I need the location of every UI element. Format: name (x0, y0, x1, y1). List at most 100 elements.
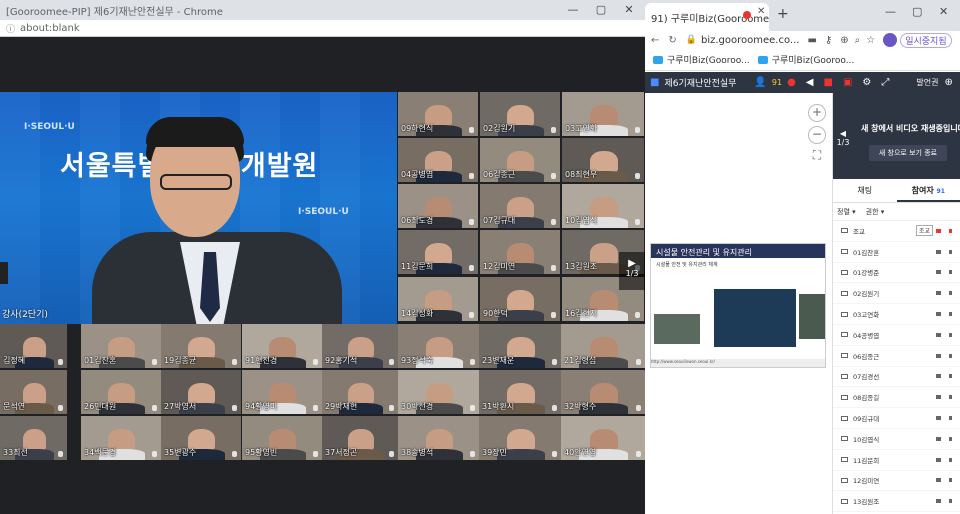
participant-tile[interactable]: 23변재운 (479, 324, 561, 368)
bookmark-2[interactable]: 구루미Biz(Gooroo... (757, 53, 854, 66)
participant-tile[interactable]: 27박영서 (161, 370, 241, 414)
participant-tile[interactable]: 11김문희 (398, 230, 478, 274)
participant-tile[interactable]: 91현전경 (242, 324, 322, 368)
speaker-video[interactable]: I·SEOUL·U 서울특별시인재개발원 I·SEOUL·U 강사(2단기) (0, 92, 397, 324)
mic-status-icon (949, 416, 952, 421)
list-item[interactable]: 04공병엽 (833, 325, 960, 346)
participant-tile[interactable]: 김정혜 (0, 324, 67, 368)
fullscreen-icon[interactable]: ⤢ (881, 77, 889, 88)
camera-icon[interactable]: ▬ (807, 35, 816, 46)
list-item[interactable]: 03고연화 (833, 304, 960, 325)
grid-pager[interactable]: ▶ 1/3 (619, 252, 645, 290)
participant-tile[interactable]: 19김종균 (161, 324, 241, 368)
participant-tile[interactable]: 07김규대 (480, 184, 560, 228)
screen-share-icon[interactable]: ▣ (843, 77, 852, 88)
settings-icon[interactable]: ⚙ (862, 77, 871, 88)
mic-icon[interactable]: ● (787, 77, 796, 88)
participant-tile[interactable]: 02김원기 (480, 92, 560, 136)
key-icon[interactable]: ⚷ (825, 35, 832, 46)
minimize-button[interactable]: — (885, 5, 896, 18)
pip-address-bar[interactable]: ⓘ about:blank (0, 20, 645, 37)
search-icon[interactable]: ⌕ (855, 35, 861, 46)
tab-chat[interactable]: 채팅 (833, 179, 897, 202)
participant-tile[interactable]: 92홍기석 (322, 324, 398, 368)
reload-icon[interactable]: ↻ (668, 35, 676, 46)
participant-tile[interactable]: 33최선 (0, 416, 67, 460)
participant-tile[interactable]: 01김찬혼 (81, 324, 161, 368)
zoom-in-button[interactable]: + (808, 104, 826, 122)
mic-icon (469, 127, 474, 133)
participant-name-label: 30박선경 (401, 402, 434, 411)
close-button[interactable]: ✕ (939, 5, 948, 18)
participant-tile[interactable]: 26민대원 (81, 370, 161, 414)
stop-popout-button[interactable]: 새 창으로 보기 종료 (869, 145, 947, 161)
fit-screen-icon[interactable]: ⛶ (808, 148, 826, 166)
permission-dropdown[interactable]: 권한 ▾ (866, 207, 885, 217)
participant-tile[interactable]: 32박형수 (561, 370, 645, 414)
list-item[interactable]: 조교 조교 (833, 221, 960, 242)
participant-tile[interactable]: 08최현우 (562, 138, 644, 182)
list-item[interactable]: 10김엽식 (833, 429, 960, 450)
participant-name-label: 06김종근 (483, 170, 516, 179)
participant-tile[interactable]: 03고연화 (562, 92, 644, 136)
participant-tile[interactable]: 30박선경 (398, 370, 479, 414)
list-item[interactable]: 08김종길 (833, 387, 960, 409)
participant-tile[interactable]: 04공병엽 (398, 138, 478, 182)
participant-tile[interactable]: 40안연영 (561, 416, 645, 460)
participant-tile[interactable]: 94황영미 (242, 370, 322, 414)
list-item[interactable]: 12김미연 (833, 471, 960, 492)
add-user-icon[interactable]: ⊕ (944, 77, 952, 88)
avatar[interactable] (883, 33, 898, 47)
list-item[interactable]: 09김규대 (833, 408, 960, 429)
participant-tile[interactable]: 38송병석 (398, 416, 479, 460)
participant-tile[interactable]: 06김종근 (480, 138, 560, 182)
list-item[interactable]: 01강병준 (833, 263, 960, 284)
camera-off-icon[interactable]: ■ (824, 77, 833, 88)
add-icon[interactable]: ⊕ (840, 35, 848, 46)
tab-participants[interactable]: 참여자 91 (896, 179, 960, 202)
participant-tile[interactable]: 09하현식 (398, 92, 478, 136)
zoom-out-button[interactable]: − (808, 126, 826, 144)
paused-badge[interactable]: 일시중지됨 (900, 32, 952, 48)
star-icon[interactable]: ☆ (866, 35, 875, 46)
list-item[interactable]: 11김문희 (833, 450, 960, 471)
participant-tile[interactable]: 10김엽식 (562, 184, 644, 228)
arrow-right-icon[interactable]: ▶ (619, 258, 645, 269)
list-item[interactable]: 07김경선 (833, 367, 960, 388)
participant-tile[interactable]: 93정석숙 (398, 324, 479, 368)
back-icon[interactable]: ← (651, 35, 659, 46)
maximize-button[interactable]: ▢ (912, 5, 922, 18)
participant-tile[interactable]: 29박재현 (322, 370, 398, 414)
new-tab-button[interactable]: + (777, 6, 789, 22)
menu-icon[interactable]: ■ (650, 77, 659, 88)
participant-tile[interactable]: 35변광수 (161, 416, 241, 460)
sort-dropdown[interactable]: 정렬 ▾ (837, 207, 856, 217)
speaker-icon[interactable]: ◀ (806, 77, 814, 88)
participant-tile[interactable]: 34백문경 (81, 416, 161, 460)
participant-tile[interactable]: 21김형섭 (561, 324, 645, 368)
minimize-button[interactable]: — (560, 0, 586, 20)
arrow-left-icon[interactable]: ◀ (840, 129, 846, 138)
video-pager[interactable]: ◀ 1/3 (835, 129, 851, 147)
participant-tile[interactable]: 문석연 (0, 370, 67, 414)
participant-tile[interactable]: 12김미연 (480, 230, 560, 274)
participant-tile[interactable]: 31박환시 (479, 370, 561, 414)
maximize-button[interactable]: ▢ (588, 0, 614, 20)
mic-icon (469, 312, 474, 318)
bookmark-1[interactable]: 구루미Biz(Gooroo... (653, 53, 750, 66)
participant-tile[interactable]: 95황영빈 (242, 416, 322, 460)
participant-tile[interactable]: 39장민 (479, 416, 561, 460)
list-item[interactable]: 13김원조 (833, 491, 960, 513)
participant-tile[interactable]: 37서정곤 (322, 416, 398, 460)
participant-tile[interactable]: 14김성화 (398, 277, 478, 321)
tab-close-icon[interactable]: ✕ (757, 6, 765, 17)
participant-tile[interactable]: 06최도경 (398, 184, 478, 228)
participant-name-label: 08최현우 (565, 170, 598, 179)
participant-tile[interactable]: 90한덕 (480, 277, 560, 321)
host-label[interactable]: 발언권 (916, 77, 938, 88)
close-button[interactable]: ✕ (616, 0, 642, 20)
list-item[interactable]: 06김종근 (833, 346, 960, 367)
list-item[interactable]: 02김원기 (833, 283, 960, 305)
list-item[interactable]: 01김찬혼 (833, 242, 960, 263)
address-text[interactable]: biz.gooroomee.co... (701, 35, 799, 46)
